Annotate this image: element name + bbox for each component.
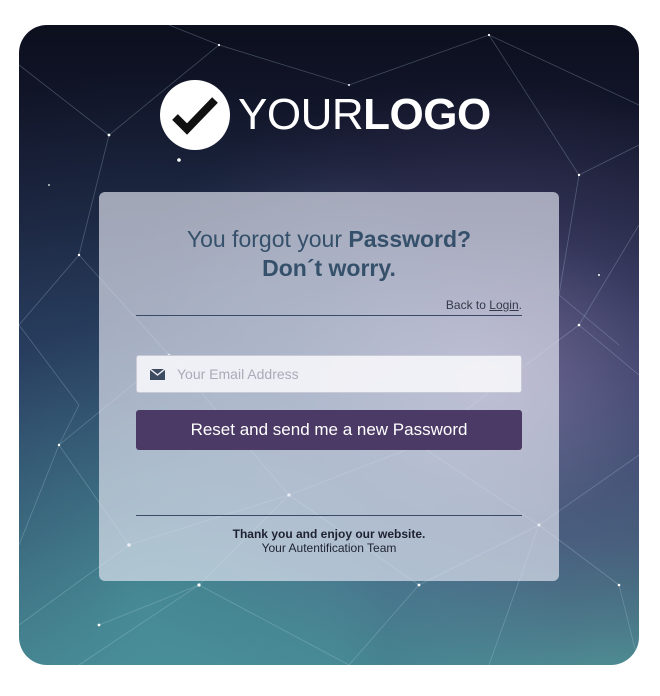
- logo-text-light: YOUR: [238, 90, 364, 139]
- heading-prefix: You forgot your: [186, 226, 349, 252]
- forgot-password-card: You forgot your Password? Don´t worry. B…: [99, 192, 559, 581]
- thanks-message: Thank you and enjoy our website.: [232, 527, 426, 541]
- login-link[interactable]: Login: [489, 298, 518, 312]
- team-signature: Your Autentification Team: [261, 541, 397, 555]
- logo-text-bold: LOGO: [363, 90, 491, 139]
- logo-text: YOURLOGO: [238, 93, 491, 137]
- email-field[interactable]: [136, 355, 522, 393]
- checkmark-icon: [160, 80, 230, 150]
- back-to-login: Back to Login.: [446, 298, 522, 312]
- card-subheading: Don´t worry.: [262, 255, 396, 281]
- email-input[interactable]: [177, 366, 521, 382]
- divider-bottom: [136, 515, 522, 516]
- card-heading: You forgot your Password?: [99, 226, 559, 252]
- background-frame: YOURLOGO You forgot your Password? Don´t…: [19, 25, 639, 665]
- logo: YOURLOGO: [160, 80, 491, 150]
- heading-bold: Password?: [348, 226, 472, 252]
- back-prefix: Back to: [445, 298, 490, 312]
- envelope-icon: [137, 368, 177, 380]
- back-suffix: .: [518, 298, 522, 312]
- reset-password-button[interactable]: Reset and send me a new Password: [136, 410, 522, 450]
- divider-top: [136, 315, 522, 316]
